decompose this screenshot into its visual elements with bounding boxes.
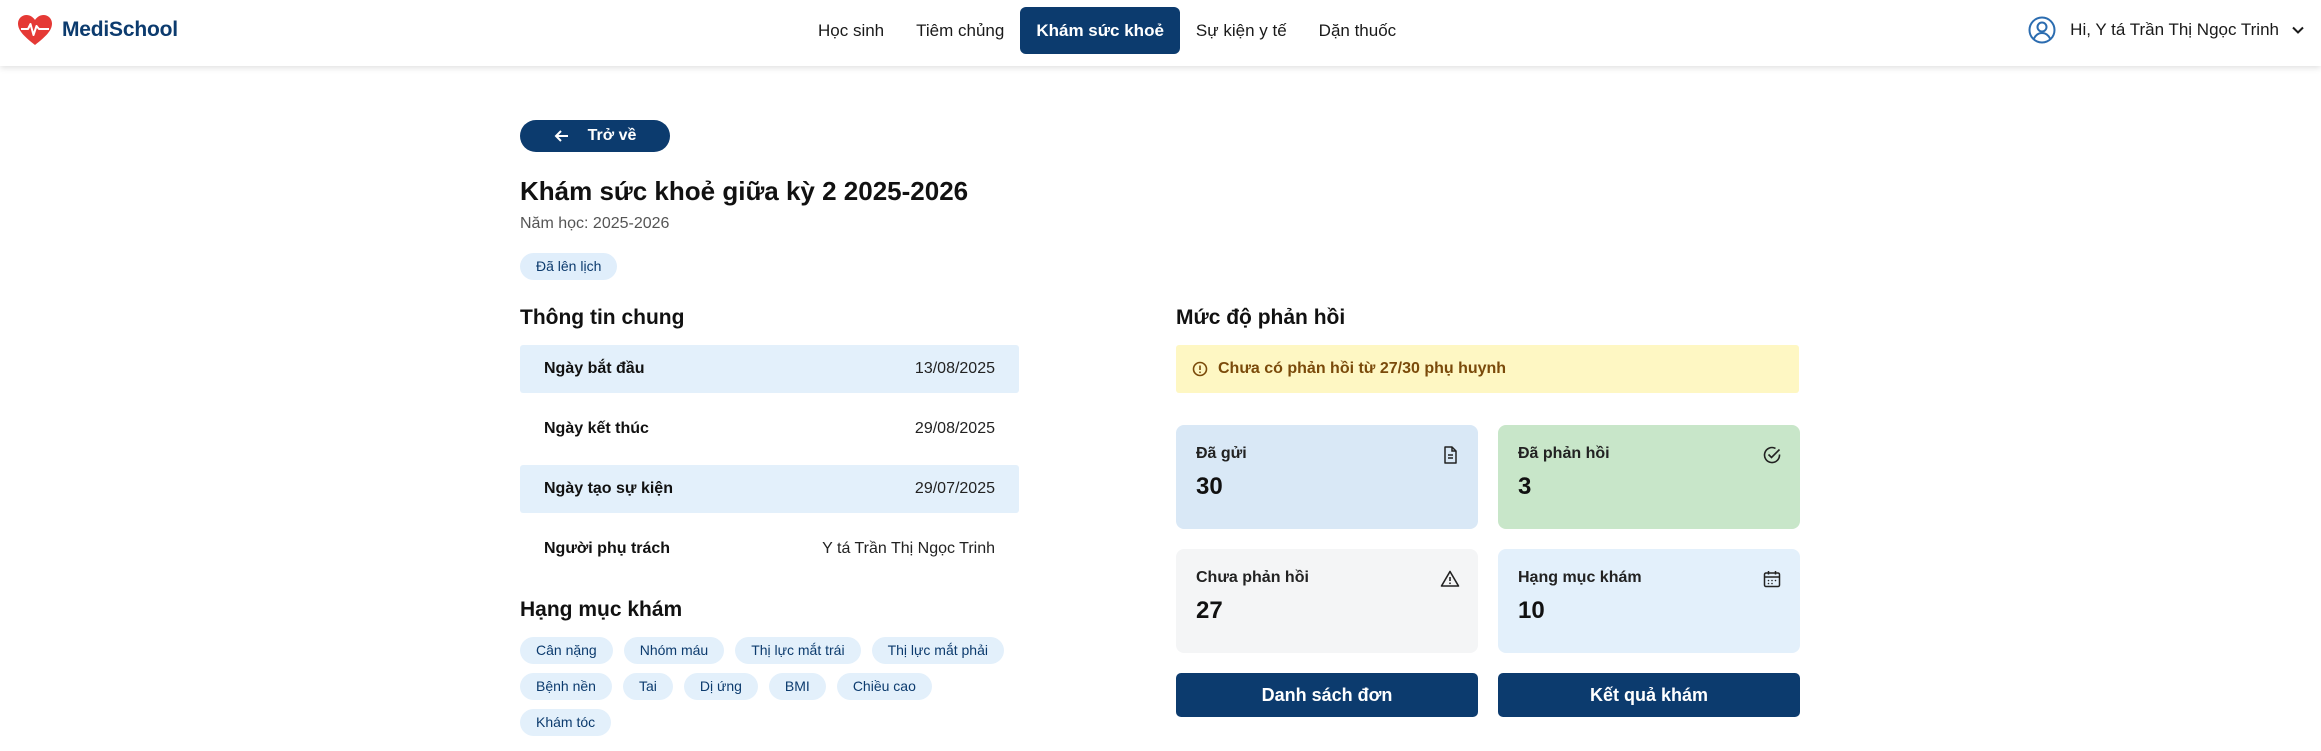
general-info-title: Thông tin chung (520, 306, 685, 329)
exam-item-tag: BMI (768, 673, 826, 700)
exam-items-title: Hạng mục khám (520, 598, 683, 621)
exam-item-tag: Khám tóc (520, 709, 612, 736)
info-value: Y tá Trần Thị Ngọc Trinh (822, 540, 995, 557)
user-greeting: Hi, Y tá Trần Thị Ngọc Trinh (2070, 20, 2279, 39)
exam-item-tag: Bệnh nền (520, 673, 612, 700)
brand-name: MediSchool (62, 18, 178, 41)
exam-items-tags: Cân nặng Nhóm máu Thị lực mắt trái Thị l… (520, 637, 1040, 745)
stat-value: 10 (1518, 597, 1545, 624)
info-label: Người phụ trách (544, 540, 671, 557)
response-alert: Chưa có phản hồi từ 27/30 phụ huynh (1176, 345, 1799, 393)
stat-label: Đã phản hồi (1518, 445, 1610, 462)
info-row-end-date: Ngày kết thúc 29/08/2025 (520, 405, 1019, 453)
info-label: Ngày kết thúc (544, 420, 649, 437)
info-label: Ngày bắt đầu (544, 360, 645, 377)
form-list-button[interactable]: Danh sách đơn (1176, 673, 1478, 717)
stat-pending: Chưa phản hồi 27 (1176, 549, 1478, 653)
page-title: Khám sức khoẻ giữa kỳ 2 2025-2026 (520, 176, 969, 206)
chevron-down-icon (2292, 26, 2304, 34)
info-value: 13/08/2025 (914, 360, 995, 377)
user-menu[interactable]: Hi, Y tá Trần Thị Ngọc Trinh (2028, 16, 2305, 44)
status-badge: Đã lên lịch (520, 253, 618, 280)
document-icon (1444, 446, 1457, 464)
stat-label: Hạng mục khám (1518, 569, 1642, 586)
stat-sent: Đã gửi 30 (1176, 425, 1478, 529)
info-value: 29/08/2025 (914, 420, 995, 437)
exam-item-tag: Dị ứng (683, 673, 758, 700)
exam-item-tag: Nhóm máu (623, 637, 725, 664)
arrow-left-icon (554, 130, 568, 142)
user-avatar-icon (2028, 16, 2056, 44)
exam-item-tag: Tai (622, 673, 673, 700)
brand-logo[interactable]: MediSchool (17, 14, 178, 46)
exam-item-tag: Thị lực mắt phải (871, 637, 1004, 664)
info-value: 29/07/2025 (914, 480, 995, 497)
info-circle-icon (1192, 361, 1208, 377)
nav-health-checkup[interactable]: Khám sức khoẻ (1020, 7, 1180, 54)
stat-responded: Đã phản hồi 3 (1498, 425, 1800, 529)
info-row-person-in-charge: Người phụ trách Y tá Trần Thị Ngọc Trinh (520, 525, 1019, 573)
stat-label: Đã gửi (1196, 445, 1247, 462)
stat-label: Chưa phản hồi (1196, 569, 1309, 586)
alert-text: Chưa có phản hồi từ 27/30 phụ huynh (1218, 360, 1507, 377)
info-row-created-date: Ngày tạo sự kiện 29/07/2025 (520, 465, 1019, 513)
back-button[interactable]: Trở về (520, 120, 670, 152)
nav-vaccination[interactable]: Tiêm chủng (900, 7, 1020, 54)
main-nav: Học sinh Tiêm chủng Khám sức khoẻ Sự kiệ… (802, 7, 1412, 54)
school-year: Năm học: 2025-2026 (520, 215, 670, 232)
info-row-start-date: Ngày bắt đầu 13/08/2025 (520, 345, 1019, 393)
response-title: Mức độ phản hồi (1176, 306, 1346, 329)
exam-item-tag: Chiều cao (836, 673, 932, 700)
stat-value: 3 (1518, 473, 1532, 500)
nav-medical-events[interactable]: Sự kiện y tế (1180, 7, 1303, 54)
check-circle-icon (1763, 446, 1781, 464)
calendar-icon (1763, 571, 1781, 588)
info-label: Ngày tạo sự kiện (544, 480, 673, 497)
heart-pulse-icon (18, 15, 52, 45)
nav-medication[interactable]: Dặn thuốc (1303, 7, 1413, 54)
stat-value: 30 (1196, 473, 1223, 500)
nav-students[interactable]: Học sinh (802, 7, 900, 54)
exam-item-tag: Cân nặng (520, 637, 613, 664)
stat-value: 27 (1196, 597, 1223, 624)
exam-item-tag: Thị lực mắt trái (735, 637, 861, 664)
exam-results-button[interactable]: Kết quả khám (1498, 673, 1800, 717)
top-navbar: MediSchool Học sinh Tiêm chủng Khám sức … (0, 0, 2321, 66)
warning-icon (1440, 570, 1460, 587)
stat-exam-items: Hạng mục khám 10 (1498, 549, 1800, 653)
back-label: Trở về (587, 127, 637, 144)
general-info-list: Ngày bắt đầu 13/08/2025 Ngày kết thúc 29… (520, 345, 1019, 585)
